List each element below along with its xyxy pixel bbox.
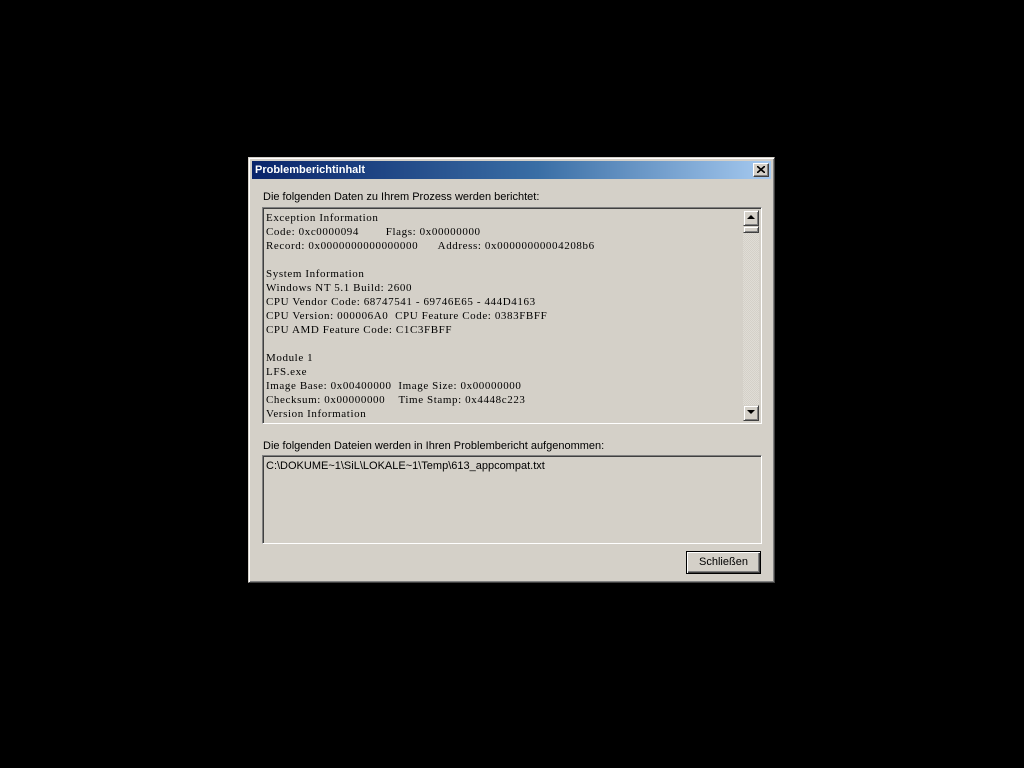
report-data-label: Die folgenden Daten zu Ihrem Prozess wer… — [263, 191, 540, 203]
scroll-up-button[interactable] — [743, 210, 759, 226]
report-line: Image Base: 0x00400000 Image Size: 0x000… — [266, 380, 522, 392]
report-scrollbar[interactable] — [743, 210, 759, 421]
file-list-item[interactable]: C:\DOKUME~1\SiL\LOKALE~1\Temp\613_appcom… — [266, 460, 545, 473]
report-line: System Information — [266, 268, 365, 280]
report-line — [266, 337, 743, 351]
report-line — [266, 253, 743, 267]
scroll-thumb[interactable] — [743, 226, 759, 233]
close-window-button[interactable] — [753, 163, 769, 177]
report-line: Module 1 — [266, 352, 314, 364]
scroll-down-button[interactable] — [743, 405, 759, 421]
title-bar[interactable]: Problemberichtinhalt — [252, 161, 771, 179]
arrow-up-icon — [747, 215, 755, 219]
arrow-down-icon — [747, 410, 755, 414]
report-line: CPU AMD Feature Code: C1C3FBFF — [266, 324, 453, 336]
close-button[interactable]: Schließen — [686, 551, 761, 574]
report-data-text: Exception Information Code: 0xc0000094 Fl… — [265, 210, 743, 421]
report-line: Exception Information — [266, 212, 379, 224]
close-x-icon — [757, 166, 765, 173]
window-title: Problemberichtinhalt — [255, 164, 366, 176]
report-line: CPU Vendor Code: 68747541 - 69746E65 - 4… — [266, 296, 536, 308]
report-line: Version Information — [266, 408, 367, 420]
problem-report-dialog: Problemberichtinhalt Die folgenden Daten… — [248, 157, 775, 583]
report-line: CPU Version: 000006A0 CPU Feature Code: … — [266, 310, 548, 322]
report-line: Windows NT 5.1 Build: 2600 — [266, 282, 413, 294]
report-line: Code: 0xc0000094 Flags: 0x00000000 — [266, 226, 481, 238]
report-line: Checksum: 0x00000000 Time Stamp: 0x4448c… — [266, 394, 526, 406]
included-files-label: Die folgenden Dateien werden in Ihren Pr… — [263, 440, 605, 452]
report-line: LFS.exe — [266, 366, 308, 378]
report-line: Record: 0x0000000000000000 Address: 0x00… — [266, 240, 595, 252]
report-data-textbox[interactable]: Exception Information Code: 0xc0000094 Fl… — [262, 207, 762, 424]
included-files-list[interactable]: C:\DOKUME~1\SiL\LOKALE~1\Temp\613_appcom… — [262, 455, 762, 544]
